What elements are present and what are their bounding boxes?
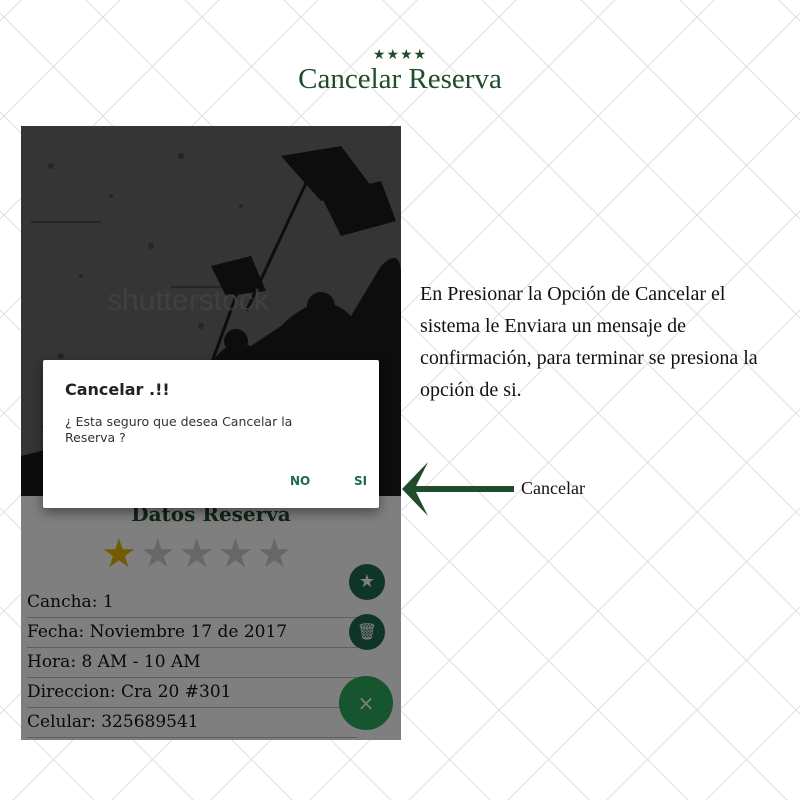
dialog-message: ¿ Esta seguro que desea Cancelar la Rese… <box>65 414 293 445</box>
phone-screenshot: shutterstock Datos Reserva ★★★★★ Cancha:… <box>21 126 401 740</box>
dialog-no-button[interactable]: NO <box>290 474 310 488</box>
page-header: ★★★★ Cancelar Reserva <box>0 48 800 96</box>
arrow-label: Cancelar <box>521 478 585 498</box>
title-stars-decoration: ★★★★ <box>372 47 428 63</box>
page-title: Cancelar Reserva <box>298 63 502 95</box>
dialog-si-button[interactable]: SI <box>354 474 367 488</box>
arrow-left-icon <box>402 462 514 516</box>
cancel-confirmation-dialog: Cancelar .!! ¿ Esta seguro que desea Can… <box>43 360 379 508</box>
dialog-title: Cancelar .!! <box>65 380 170 399</box>
instruction-text: En Presionar la Opción de Cancelar el si… <box>420 283 758 401</box>
